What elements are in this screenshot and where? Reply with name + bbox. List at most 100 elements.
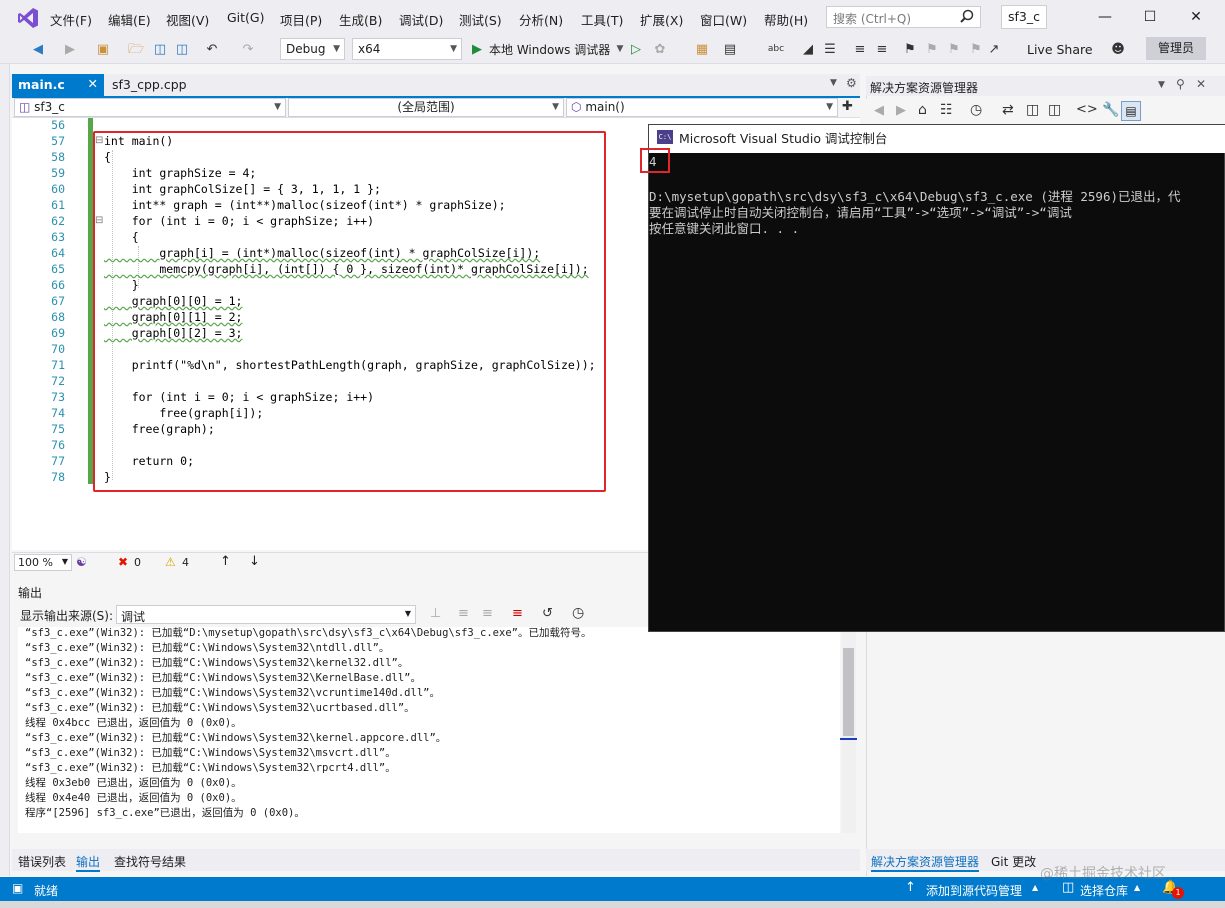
collapse-all-icon[interactable]: ◫	[1026, 102, 1039, 118]
output-line: “sf3_c.exe”(Win32): 已加载“C:\Windows\Syste…	[25, 732, 447, 744]
open-folder-icon[interactable]: 🗁	[126, 39, 146, 60]
chevron-down-icon[interactable]: ▼	[614, 39, 626, 60]
close-icon[interactable]: ✕	[1196, 77, 1206, 91]
forward-icon[interactable]: ▶	[60, 39, 80, 60]
scope-select[interactable]: (全局范围) ▼	[288, 98, 564, 117]
output-line: “sf3_c.exe”(Win32): 已加载“C:\Windows\Syste…	[25, 702, 415, 714]
menu-test[interactable]: 测试(S)	[459, 10, 502, 29]
tab-output[interactable]: 输出	[76, 853, 101, 872]
member-select[interactable]: ⬡ main() ▼	[566, 98, 838, 117]
hot-reload-icon[interactable]: ✿	[650, 39, 670, 60]
tab-main-c[interactable]: main.c ✕	[12, 74, 104, 96]
chevron-down-icon[interactable]: ▼	[1158, 80, 1165, 90]
back-icon[interactable]: ◀	[874, 103, 884, 118]
redo-icon[interactable]: ↷	[238, 39, 258, 60]
timestamp-icon[interactable]: ◷	[572, 605, 584, 621]
clear-all-icon[interactable]: ≡	[512, 606, 523, 621]
menu-debug[interactable]: 调试(D)	[399, 10, 443, 29]
split-icon[interactable]: ✚	[842, 99, 853, 114]
next-message-icon[interactable]: ≡	[482, 606, 493, 621]
line-number: 65	[51, 262, 65, 276]
undo-icon[interactable]: ↶	[202, 39, 222, 60]
prev-bookmark-icon[interactable]: ⚑	[922, 39, 942, 60]
save-icon[interactable]: ◫	[150, 39, 170, 60]
console-output-line: 按任意键关闭此窗口. . .	[649, 221, 800, 236]
pending-changes-icon[interactable]: ◷	[970, 102, 982, 118]
intellicode-icon[interactable]: ☯	[76, 555, 87, 569]
add-to-source-control-button[interactable]: 添加到源代码管理	[926, 882, 1022, 899]
scrollbar-thumb[interactable]	[843, 648, 854, 736]
config-select[interactable]: Debug ▼	[280, 38, 345, 60]
close-window-button[interactable]: ✕	[1181, 7, 1211, 27]
code-icon[interactable]: <>	[1076, 102, 1098, 117]
find-message-icon[interactable]: ⊥	[430, 606, 441, 621]
project-select[interactable]: ◫ sf3_c ▼	[14, 98, 286, 117]
home-icon[interactable]: ⌂	[918, 102, 927, 118]
tab-git-changes[interactable]: Git 更改	[991, 853, 1036, 870]
tab-find-symbol-results[interactable]: 查找符号结果	[114, 853, 186, 870]
step-icon[interactable]: ◢	[798, 39, 818, 60]
navigation-bar: ◫ sf3_c ▼ (全局范围) ▼ ⬡ main() ▼ ✚	[12, 98, 860, 118]
select-repository-button[interactable]: 选择仓库	[1080, 882, 1128, 899]
next-bookmark-icon[interactable]: ⚑	[944, 39, 964, 60]
uncomment-icon[interactable]: ≡	[872, 39, 892, 60]
menu-git[interactable]: Git(G)	[227, 10, 265, 25]
start-without-debug-icon[interactable]: ▷	[628, 39, 644, 60]
settings-icon[interactable]: ⚙	[846, 76, 857, 90]
tab-solution-explorer[interactable]: 解决方案资源管理器	[871, 853, 980, 872]
upload-icon: ↑	[905, 880, 916, 895]
menu-edit[interactable]: 编辑(E)	[108, 10, 151, 29]
prev-issue-icon[interactable]: ↑	[220, 554, 231, 569]
output-text[interactable]: “sf3_c.exe”(Win32): 已加载“D:\mysetup\gopat…	[18, 627, 840, 833]
word-wrap-icon[interactable]: ↺	[542, 606, 553, 621]
error-icon[interactable]: ✖	[118, 555, 128, 569]
tab-sf3-cpp[interactable]: sf3_cpp.cpp	[106, 74, 226, 96]
bookmark-list-icon[interactable]: ☰	[820, 39, 840, 60]
menu-project[interactable]: 项目(P)	[280, 10, 322, 29]
output-source-select[interactable]: 调试 ▼	[116, 605, 416, 624]
start-debugger-button[interactable]: 本地 Windows 调试器	[489, 40, 610, 60]
solution-explorer-icon[interactable]: ▦	[692, 39, 712, 60]
menu-file[interactable]: 文件(F)	[50, 10, 92, 29]
line-number: 62	[51, 214, 65, 228]
feedback-icon[interactable]: ☻	[1108, 39, 1128, 60]
back-icon[interactable]: ◀	[28, 39, 48, 60]
menu-window[interactable]: 窗口(W)	[700, 10, 747, 29]
live-share-button[interactable]: Live Share	[1027, 40, 1093, 60]
chevron-down-icon: ▼	[274, 102, 281, 112]
switch-views-icon[interactable]: ☷	[940, 102, 953, 118]
save-all-icon[interactable]: ◫	[172, 39, 192, 60]
pin-icon[interactable]: ⚲	[1176, 77, 1185, 91]
menu-build[interactable]: 生成(B)	[339, 10, 382, 29]
output-title: 输出	[18, 586, 43, 600]
preview-icon[interactable]: ▤	[1121, 101, 1141, 121]
error-count: 0	[134, 556, 141, 569]
sync-icon[interactable]: ⇄	[1002, 102, 1014, 118]
menu-analyze[interactable]: 分析(N)	[519, 10, 563, 29]
menu-tools[interactable]: 工具(T)	[581, 10, 623, 29]
tab-error-list[interactable]: 错误列表	[18, 853, 66, 870]
spellcheck-icon[interactable]: abc	[766, 39, 786, 60]
next-issue-icon[interactable]: ↓	[249, 554, 260, 569]
start-debug-icon[interactable]: ▶	[468, 39, 486, 60]
warning-icon[interactable]: ⚠	[165, 555, 176, 569]
forward-icon[interactable]: ▶	[896, 103, 906, 118]
maximize-button[interactable]: ☐	[1135, 7, 1165, 27]
close-tab-icon[interactable]: ✕	[88, 76, 98, 91]
minimize-button[interactable]: —	[1090, 7, 1120, 27]
menu-help[interactable]: 帮助(H)	[764, 10, 808, 29]
new-project-icon[interactable]: ▣	[92, 39, 114, 60]
comment-icon[interactable]: ≡	[850, 39, 870, 60]
bookmark-icon[interactable]: ⚑	[900, 39, 920, 60]
menu-extensions[interactable]: 扩展(X)	[640, 10, 683, 29]
show-all-files-icon[interactable]: ◫	[1048, 102, 1061, 118]
tab-list-icon[interactable]: ▼	[830, 78, 837, 88]
properties-icon[interactable]: 🔧	[1102, 102, 1119, 118]
platform-select[interactable]: x64 ▼	[352, 38, 462, 60]
prev-message-icon[interactable]: ≡	[458, 606, 469, 621]
zoom-select[interactable]: 100 % ▼	[14, 554, 72, 571]
clear-bookmarks-icon[interactable]: ⚑	[966, 39, 986, 60]
line-number: 59	[51, 166, 65, 180]
layout-icon[interactable]: ▤	[720, 39, 740, 60]
menu-view[interactable]: 视图(V)	[166, 10, 209, 29]
